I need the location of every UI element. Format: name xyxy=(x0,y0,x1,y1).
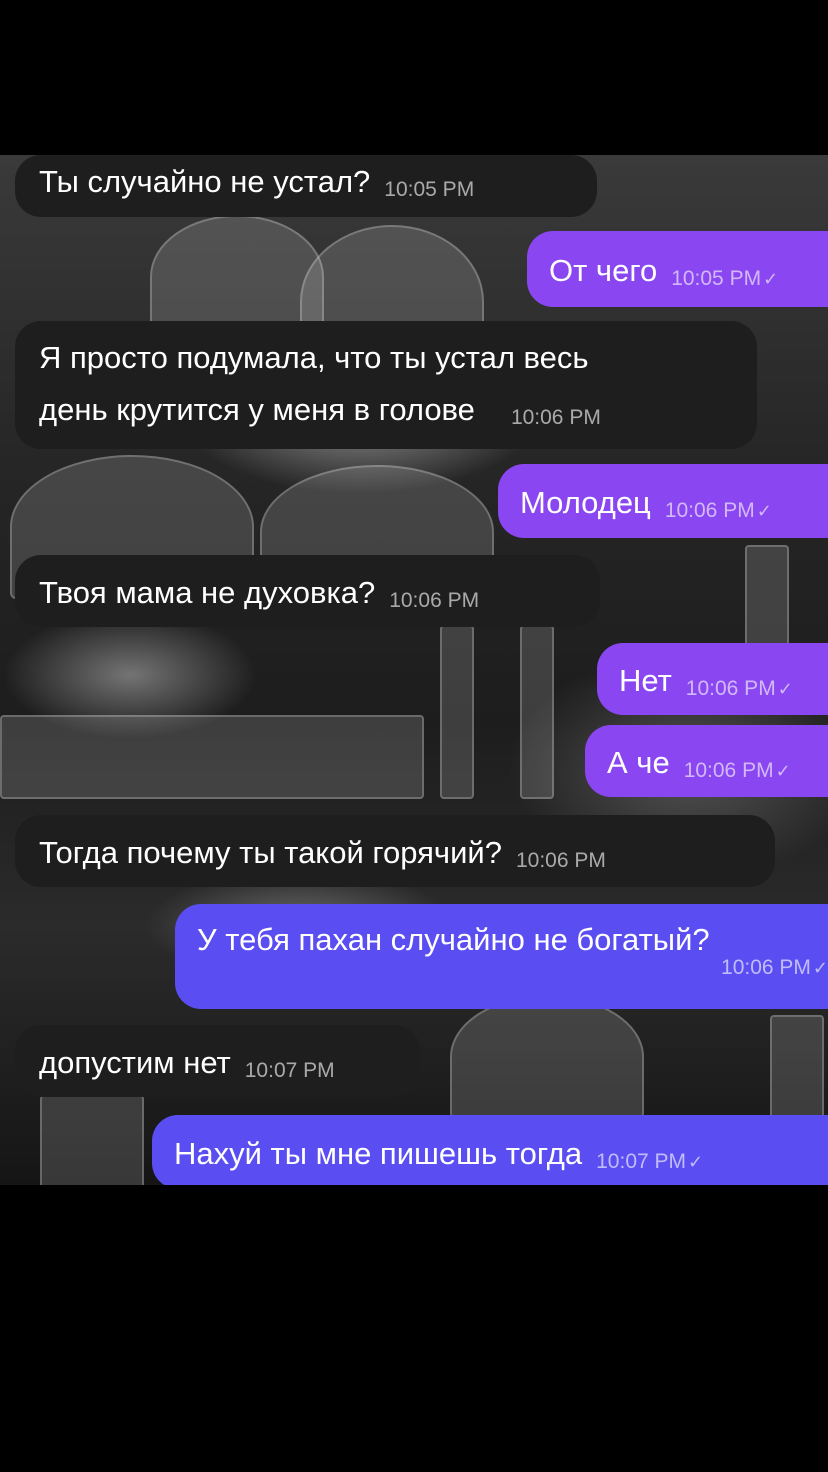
chat-area[interactable]: Ты случайно не устал? 10:05 PM От чего 10:… xyxy=(0,155,828,1185)
message-text: Молодец xyxy=(520,484,651,520)
background-column xyxy=(0,715,424,799)
outgoing-message[interactable]: А че 10:06 PM ✓ xyxy=(585,725,828,797)
message-time: 10:07 PM ✓ xyxy=(596,1149,704,1173)
message-time: 10:06 PM ✓ xyxy=(721,956,828,979)
incoming-message[interactable]: Ты случайно не устал? 10:05 PM xyxy=(15,155,597,217)
incoming-message[interactable]: Твоя мама не духовка? 10:06 PM xyxy=(15,555,600,627)
message-time: 10:07 PM xyxy=(244,1058,335,1082)
message-time: 10:05 PM xyxy=(384,177,475,201)
message-text: Нахуй ты мне пишешь тогда xyxy=(174,1135,583,1171)
outgoing-message[interactable]: От чего 10:05 PM ✓ xyxy=(527,231,828,307)
outgoing-message[interactable]: Нет 10:06 PM ✓ xyxy=(597,643,828,715)
outgoing-message[interactable]: Нахуй ты мне пишешь тогда 10:07 PM ✓ xyxy=(152,1115,828,1185)
message-time: 10:06 PM ✓ xyxy=(664,498,772,522)
incoming-message[interactable]: допустим нет 10:07 PM xyxy=(15,1025,420,1097)
background-column xyxy=(520,625,554,799)
message-time: 10:06 PM xyxy=(515,848,606,872)
screenshot-screen: Ты случайно не устал? 10:05 PM От чего 10:… xyxy=(0,0,828,1472)
read-check-icon: ✓ xyxy=(812,958,828,978)
background-arch xyxy=(450,995,644,1119)
message-text-line: день крутится у меня в голове 10:06 PM xyxy=(39,385,601,435)
read-check-icon: ✓ xyxy=(688,1151,704,1172)
read-check-icon: ✓ xyxy=(777,678,793,699)
message-time: 10:06 PM xyxy=(510,405,601,429)
message-text: От чего xyxy=(549,252,658,288)
message-text: Тогда почему ты такой горячий? xyxy=(39,834,502,870)
message-text-line: Я просто подумала, что ты устал весь xyxy=(39,340,589,375)
message-text: Твоя мама не духовка? xyxy=(39,574,376,610)
read-check-icon: ✓ xyxy=(756,500,772,521)
message-time: 10:06 PM ✓ xyxy=(685,676,793,700)
message-time: 10:06 PM ✓ xyxy=(683,758,791,782)
background-column xyxy=(40,1095,144,1185)
message-text: Ты случайно не устал? xyxy=(39,163,371,199)
incoming-message[interactable]: Тогда почему ты такой горячий? 10:06 PM xyxy=(15,815,775,887)
read-check-icon: ✓ xyxy=(775,760,791,781)
incoming-message[interactable]: Я просто подумала, что ты устал весь ден… xyxy=(15,321,757,449)
message-time: 10:06 PM xyxy=(389,588,480,612)
outgoing-message[interactable]: Молодец 10:06 PM ✓ xyxy=(498,464,828,538)
message-time: 10:05 PM ✓ xyxy=(671,266,779,290)
read-check-icon: ✓ xyxy=(763,268,779,289)
message-text: допустим нет xyxy=(39,1044,231,1080)
background-column xyxy=(440,625,474,799)
message-text: Нет xyxy=(619,662,672,698)
message-text: А че xyxy=(607,744,670,780)
outgoing-message[interactable]: У тебя пахан случайно не богатый? 10:06 … xyxy=(175,904,828,1009)
